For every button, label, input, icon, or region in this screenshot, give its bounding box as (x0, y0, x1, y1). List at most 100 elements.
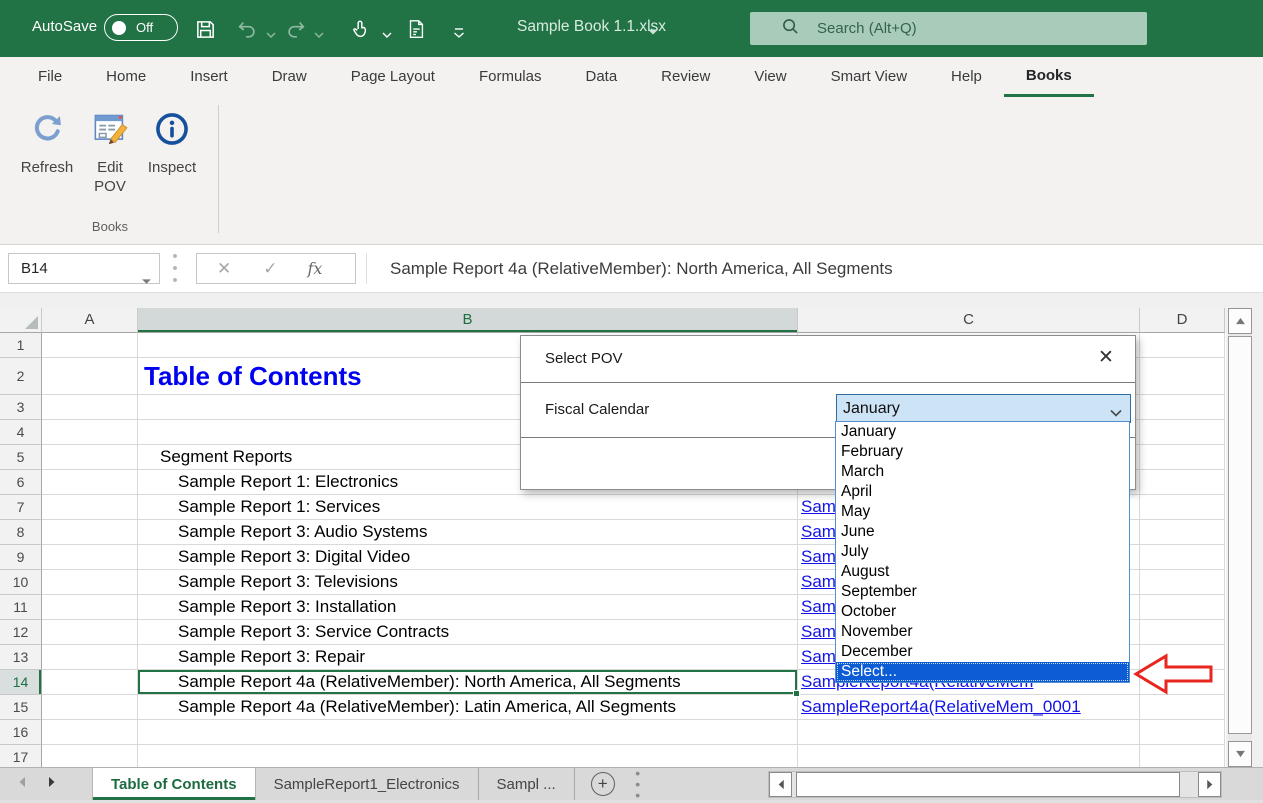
ribbon-tab-file[interactable]: File (16, 57, 84, 97)
hyperlink-C7[interactable]: Sam (798, 497, 836, 517)
row-header-17[interactable]: 17 (0, 745, 42, 767)
dropdown-option-june[interactable]: June (836, 522, 1129, 542)
refresh-button[interactable]: Refresh (12, 107, 82, 177)
dropdown-option-february[interactable]: February (836, 442, 1129, 462)
sheet-tab-table-of-contents[interactable]: Table of Contents (92, 768, 256, 800)
ribbon-tab-view[interactable]: View (732, 57, 808, 97)
ribbon-tab-smart-view[interactable]: Smart View (809, 57, 929, 97)
cell-B17[interactable] (138, 745, 798, 767)
print-preview-icon[interactable] (403, 16, 429, 42)
cell-A14[interactable] (42, 670, 138, 695)
ribbon-tab-page-layout[interactable]: Page Layout (329, 57, 457, 97)
cell-A17[interactable] (42, 745, 138, 767)
cell-B13[interactable]: Sample Report 3: Repair (138, 645, 798, 670)
cell-D17[interactable] (1140, 745, 1225, 767)
save-icon[interactable] (192, 16, 218, 42)
dropdown-option-august[interactable]: August (836, 562, 1129, 582)
cell-A5[interactable] (42, 445, 138, 470)
column-header-C[interactable]: C (798, 308, 1140, 333)
hyperlink-C9[interactable]: Sam (798, 547, 836, 567)
hyperlink-C11[interactable]: Sam (798, 597, 836, 617)
cell-D8[interactable] (1140, 520, 1225, 545)
dropdown-option-october[interactable]: October (836, 602, 1129, 622)
column-header-B[interactable]: B (138, 308, 798, 333)
row-header-8[interactable]: 8 (0, 520, 42, 545)
cell-B12[interactable]: Sample Report 3: Service Contracts (138, 620, 798, 645)
cell-D10[interactable] (1140, 570, 1225, 595)
touch-draw-dropdown-icon[interactable] (374, 22, 400, 48)
row-header-6[interactable]: 6 (0, 470, 42, 495)
column-header-A[interactable]: A (42, 308, 138, 333)
inspect-button[interactable]: Inspect (140, 107, 204, 177)
document-title-caret-icon[interactable] (648, 23, 658, 41)
vertical-scrollbar[interactable] (1228, 308, 1252, 767)
cell-D1[interactable] (1140, 333, 1225, 358)
cell-C16[interactable] (798, 720, 1140, 745)
row-header-2[interactable]: 2 (0, 358, 42, 395)
undo-icon[interactable] (234, 16, 260, 42)
dropdown-option-july[interactable]: July (836, 542, 1129, 562)
customize-toolbar-icon[interactable] (446, 20, 472, 46)
cell-B8[interactable]: Sample Report 3: Audio Systems (138, 520, 798, 545)
autosave-toggle[interactable]: Off (104, 14, 178, 41)
dropdown-option-march[interactable]: March (836, 462, 1129, 482)
search-input[interactable]: Search (Alt+Q) (750, 12, 1147, 45)
cell-A6[interactable] (42, 470, 138, 495)
cancel-entry-icon[interactable]: ✕ (217, 259, 231, 279)
ribbon-tab-home[interactable]: Home (84, 57, 168, 97)
ribbon-tab-data[interactable]: Data (563, 57, 639, 97)
cell-D11[interactable] (1140, 595, 1225, 620)
redo-dropdown-icon[interactable] (306, 22, 332, 48)
row-header-15[interactable]: 15 (0, 695, 42, 720)
dropdown-option-may[interactable]: May (836, 502, 1129, 522)
formula-input[interactable]: Sample Report 4a (RelativeMember): North… (390, 245, 893, 293)
cell-A13[interactable] (42, 645, 138, 670)
tabbar-drag-handle[interactable]: ••• (633, 768, 643, 801)
cell-D3[interactable] (1140, 395, 1225, 420)
cell-B7[interactable]: Sample Report 1: Services (138, 495, 798, 520)
dialog-close-icon[interactable]: ✕ (1093, 346, 1119, 369)
touch-draw-icon[interactable] (347, 16, 373, 42)
undo-dropdown-icon[interactable] (258, 22, 284, 48)
cell-B15[interactable]: Sample Report 4a (RelativeMember): Latin… (138, 695, 798, 720)
cell-A12[interactable] (42, 620, 138, 645)
row-header-9[interactable]: 9 (0, 545, 42, 570)
dropdown-option-april[interactable]: April (836, 482, 1129, 502)
row-header-11[interactable]: 11 (0, 595, 42, 620)
new-sheet-button[interactable]: + (591, 772, 615, 796)
insert-function-icon[interactable]: fx (308, 259, 323, 278)
row-header-5[interactable]: 5 (0, 445, 42, 470)
cell-B16[interactable] (138, 720, 798, 745)
cell-D4[interactable] (1140, 420, 1225, 445)
cell-B10[interactable]: Sample Report 3: Televisions (138, 570, 798, 595)
cell-A15[interactable] (42, 695, 138, 720)
row-header-10[interactable]: 10 (0, 570, 42, 595)
cell-A1[interactable] (42, 333, 138, 358)
hyperlink-C15[interactable]: SampleReport4a(RelativeMem_0001 (798, 697, 1081, 717)
dropdown-option-january[interactable]: January (836, 422, 1129, 442)
hyperlink-C13[interactable]: Sam (798, 647, 836, 667)
cell-A2[interactable] (42, 358, 138, 395)
ribbon-tab-formulas[interactable]: Formulas (457, 57, 564, 97)
ribbon-tab-help[interactable]: Help (929, 57, 1004, 97)
vertical-scrollbar-thumb[interactable] (1228, 336, 1252, 734)
name-box[interactable]: B14 (8, 253, 160, 284)
cell-A16[interactable] (42, 720, 138, 745)
scroll-up-button[interactable] (1228, 308, 1252, 334)
row-header-3[interactable]: 3 (0, 395, 42, 420)
scroll-right-button[interactable] (1198, 772, 1221, 797)
edit-pov-button[interactable]: Edit POV (84, 107, 136, 196)
row-header-1[interactable]: 1 (0, 333, 42, 358)
select-all-corner[interactable] (0, 308, 42, 333)
dropdown-option-select[interactable]: Select... (836, 662, 1129, 682)
sheet-tab-samplereport1-electronics[interactable]: SampleReport1_Electronics (256, 768, 479, 800)
cell-D2[interactable] (1140, 358, 1225, 395)
sheet-tab-sampl[interactable]: Sampl ... (479, 768, 575, 800)
sheet-nav-prev-icon[interactable] (18, 775, 26, 793)
cell-B14[interactable]: Sample Report 4a (RelativeMember): North… (138, 670, 798, 695)
cell-A7[interactable] (42, 495, 138, 520)
fiscal-calendar-combobox[interactable]: January (836, 394, 1131, 423)
ribbon-tab-review[interactable]: Review (639, 57, 732, 97)
cell-C15[interactable]: SampleReport4a(RelativeMem_0001 (798, 695, 1140, 720)
row-header-4[interactable]: 4 (0, 420, 42, 445)
